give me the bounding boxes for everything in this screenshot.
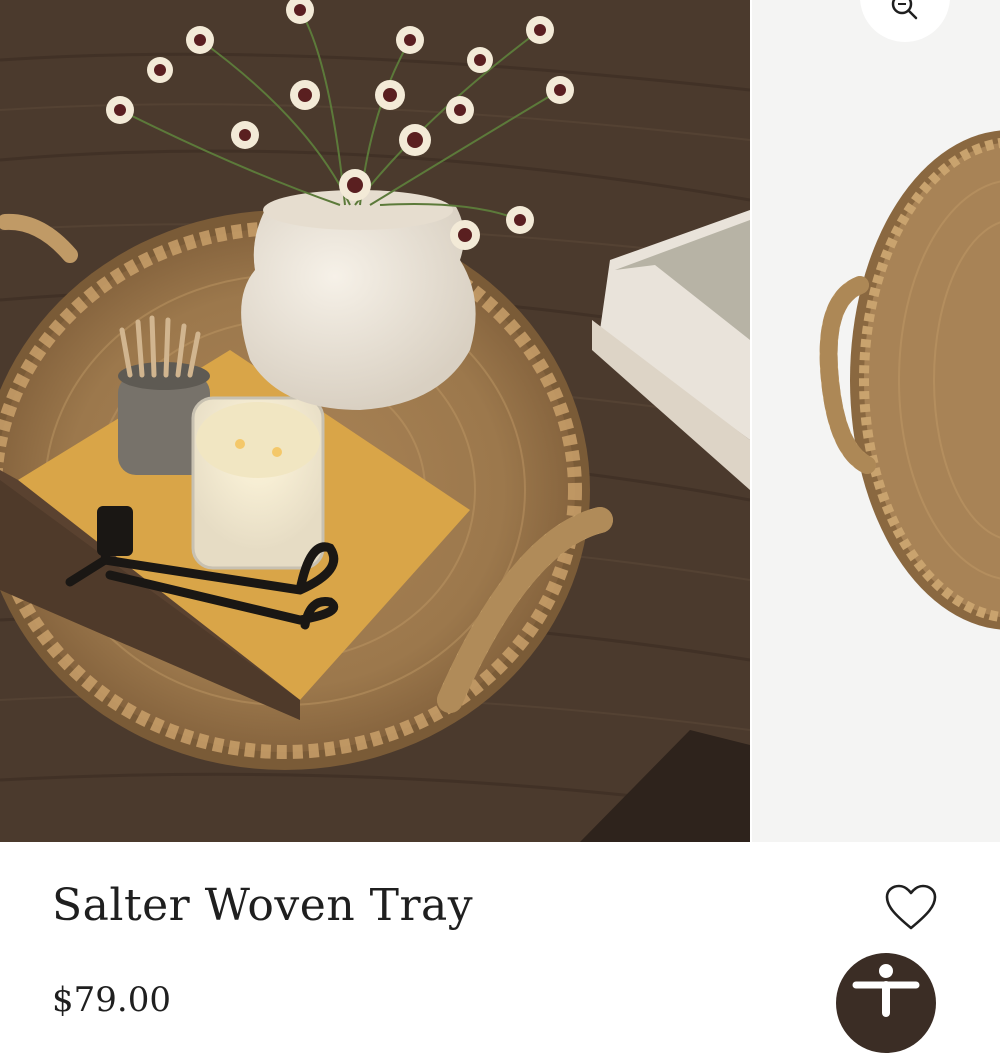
product-price: $79.00 (52, 980, 171, 1020)
styled-tray-photo (0, 0, 750, 842)
magnifier-icon (891, 0, 918, 20)
accessibility-button[interactable] (836, 953, 936, 1053)
wishlist-button[interactable] (884, 884, 938, 932)
product-title: Salter Woven Tray (52, 880, 474, 931)
gallery-image-secondary[interactable] (752, 0, 1000, 842)
tray-product-photo (752, 0, 1000, 842)
gallery-image-main[interactable] (0, 0, 750, 842)
product-image-gallery[interactable] (0, 0, 1000, 842)
accessibility-person-icon (852, 964, 920, 1017)
heart-outline-icon (885, 884, 937, 930)
